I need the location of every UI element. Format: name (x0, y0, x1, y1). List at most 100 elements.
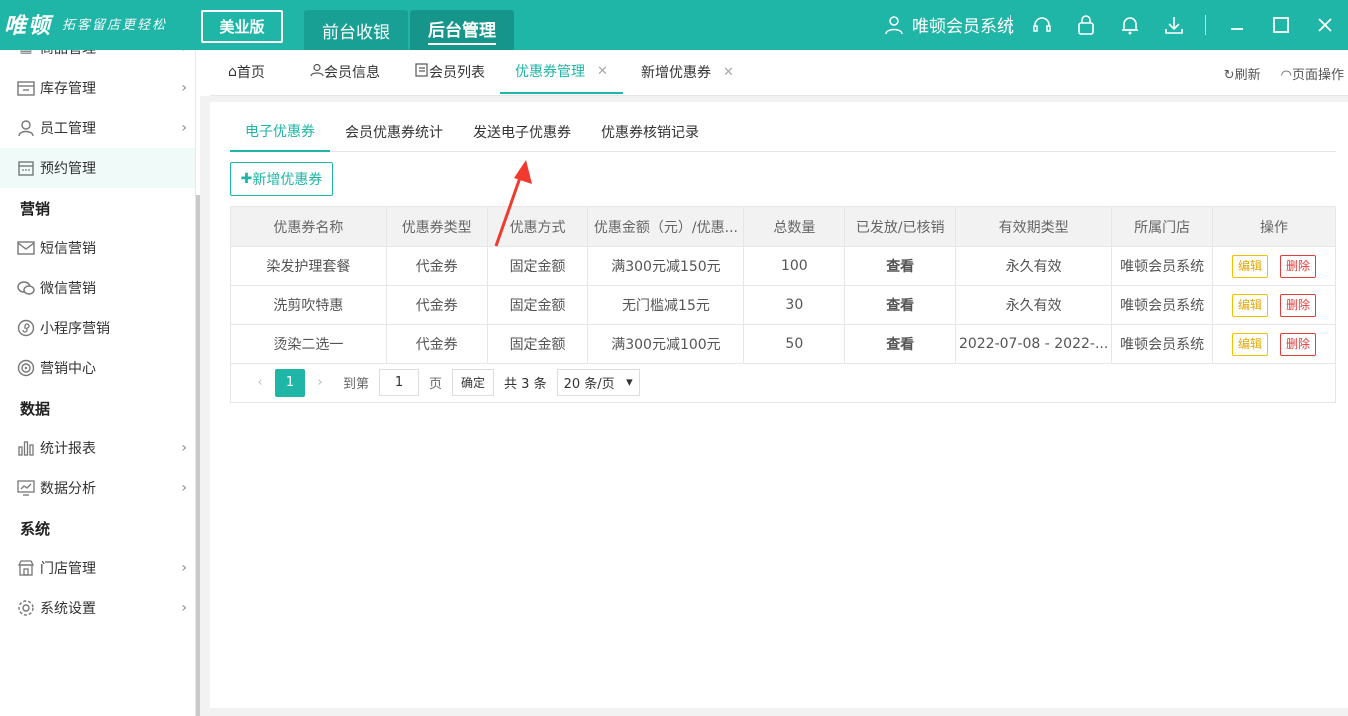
page-number-current[interactable]: 1 (275, 368, 305, 397)
maximize-icon[interactable] (1268, 12, 1294, 38)
sidebar-item-label: 系统设置 (40, 601, 96, 617)
subtab-e-coupon[interactable]: 电子优惠券 (230, 112, 330, 152)
col-header: 操作 (1212, 206, 1336, 247)
sidebar-item-appointment[interactable]: 预约管理 (0, 148, 195, 188)
coupon-store: 唯顿会员系统 (1111, 246, 1214, 286)
page-ops-icon: ◠ (1280, 68, 1292, 83)
edit-button[interactable]: 编辑 (1232, 293, 1269, 317)
sidebar-group-marketing: 营销 (20, 199, 51, 218)
close-icon[interactable]: ✕ (597, 64, 608, 79)
coupon-validity: 永久有效 (955, 246, 1113, 286)
store-icon (16, 558, 36, 578)
coupon-panel: 电子优惠券 会员优惠券统计 发送电子优惠券 优惠券核销记录 ✚ 新增优惠券 优惠券… (210, 102, 1348, 708)
coupon-subtabs: 电子优惠券 会员优惠券统计 发送电子优惠券 优惠券核销记录 (230, 112, 1336, 152)
download-icon[interactable] (1161, 12, 1187, 38)
refresh-icon: ↻ (1223, 68, 1235, 83)
sidebar-item-label: 短信营销 (40, 241, 96, 257)
edit-button[interactable]: 编辑 (1232, 332, 1269, 356)
pagination: ‹ 1 › 到第 1 页 确定 共 3 条 20 条/页 ▾ (230, 363, 1336, 403)
coupon-name-link[interactable]: 洗剪吹特惠 (230, 285, 387, 325)
system-account[interactable]: 唯顿会员系统 (884, 12, 1014, 37)
coupon-total: 50 (743, 324, 846, 364)
coupon-name-link[interactable]: 染发护理套餐 (230, 246, 387, 286)
tab-member-info[interactable]: 会员信息 (310, 50, 380, 94)
sidebar-item-inventory[interactable]: 库存管理 › (0, 68, 195, 108)
close-icon[interactable]: ✕ (723, 65, 734, 80)
sidebar-item-miniapp[interactable]: 小程序营销 (0, 308, 195, 348)
view-issued-link[interactable]: 查看 (844, 324, 957, 364)
tab-coupon-management[interactable]: 优惠券管理 ✕ (500, 50, 623, 94)
sidebar-item-sms[interactable]: 短信营销 (0, 228, 195, 268)
coupon-store: 唯顿会员系统 (1111, 324, 1214, 364)
coupon-amount: 满300元减150元 (587, 246, 745, 286)
prev-page-button[interactable]: ‹ (245, 369, 275, 397)
sidebar-item-label: 数据分析 (40, 481, 96, 497)
edit-button[interactable]: 编辑 (1232, 254, 1269, 278)
view-issued-link[interactable]: 查看 (844, 285, 957, 325)
miniapp-icon (16, 318, 36, 338)
refresh-button[interactable]: ↻刷新 (1224, 64, 1261, 83)
page-ops-button[interactable]: ◠页面操作 (1281, 64, 1344, 83)
sidebar-item-goods[interactable]: ▦ 商品管理 › (0, 50, 195, 68)
goto-page-input[interactable]: 1 (379, 369, 420, 396)
sidebar-item-analysis[interactable]: 数据分析 › (0, 468, 195, 508)
warehouse-icon (16, 78, 36, 98)
coupon-amount: 满300元减100元 (587, 324, 745, 364)
nav-back-office[interactable]: 后台管理 (410, 10, 514, 50)
home-icon: ⌂ (228, 64, 237, 80)
chevron-right-icon: › (181, 600, 187, 616)
main-content: 电子优惠券 会员优惠券统计 发送电子优惠券 优惠券核销记录 ✚ 新增优惠券 优惠券… (200, 96, 1348, 716)
minimize-icon[interactable] (1224, 12, 1250, 38)
subtab-send-e-coupon[interactable]: 发送电子优惠券 (473, 112, 571, 152)
edition-badge[interactable]: 美业版 (201, 10, 283, 43)
bell-icon[interactable] (1117, 12, 1143, 38)
tab-label: 会员信息 (324, 65, 380, 81)
sidebar-item-label: 微信营销 (40, 281, 96, 297)
total-count: 共 3 条 (504, 377, 547, 392)
page-size-select[interactable]: 20 条/页 ▾ (556, 369, 640, 396)
coupon-table: 优惠券名称 优惠券类型 优惠方式 优惠金额（元）/优惠... 总数量 已发放/已… (230, 206, 1336, 364)
add-coupon-button[interactable]: ✚ 新增优惠券 (230, 162, 333, 196)
sidebar-item-stores[interactable]: 门店管理 › (0, 548, 195, 588)
chevron-right-icon: › (181, 50, 187, 56)
logo: 唯顿 (4, 13, 53, 39)
sidebar-item-label: 商品管理 (40, 50, 96, 58)
subtab-redemption-records[interactable]: 优惠券核销记录 (601, 112, 699, 152)
tab-member-list[interactable]: 会员列表 (415, 50, 485, 94)
sidebar-item-wechat[interactable]: 微信营销 (0, 268, 195, 308)
sidebar-item-label: 小程序营销 (40, 321, 110, 337)
coupon-name-link[interactable]: 烫染二选一 (230, 324, 387, 364)
tab-new-coupon[interactable]: 新增优惠券 ✕ (641, 50, 734, 94)
chevron-right-icon: › (181, 560, 187, 576)
view-issued-link[interactable]: 查看 (844, 246, 957, 286)
table-row: 烫染二选一 代金券 固定金额 满300元减100元 50 查看 2022-07-… (230, 324, 1336, 364)
subtab-member-coupon-stats[interactable]: 会员优惠券统计 (345, 112, 443, 152)
delete-button[interactable]: 删除 (1280, 293, 1317, 317)
lock-icon[interactable] (1073, 12, 1099, 38)
nav-front-cashier[interactable]: 前台收银 (304, 10, 408, 50)
sidebar-item-settings[interactable]: 系统设置 › (0, 588, 195, 628)
close-icon[interactable] (1312, 12, 1338, 38)
coupon-type: 代金券 (385, 285, 488, 325)
delete-button[interactable]: 删除 (1280, 332, 1317, 356)
sidebar-item-marketing-center[interactable]: 营销中心 (0, 348, 195, 388)
divider (1205, 15, 1206, 35)
system-name: 唯顿会员系统 (912, 17, 1014, 37)
col-header: 优惠券类型 (385, 206, 488, 247)
chevron-right-icon: › (181, 440, 187, 456)
chevron-right-icon: › (181, 120, 187, 136)
chevron-right-icon: › (181, 480, 187, 496)
next-page-button[interactable]: › (305, 369, 335, 397)
headset-icon[interactable] (1029, 12, 1055, 38)
tab-home[interactable]: ⌂ 首页 (228, 50, 265, 94)
top-bar: 唯顿 拓客留店更轻松 美业版 前台收银 后台管理 唯顿会员系统 (0, 0, 1348, 50)
delete-button[interactable]: 删除 (1280, 254, 1317, 278)
sidebar-item-label: 员工管理 (40, 121, 96, 137)
chevron-right-icon: › (181, 80, 187, 96)
sidebar-group-data: 数据 (20, 399, 51, 418)
goto-confirm-button[interactable]: 确定 (452, 369, 495, 396)
table-row: 洗剪吹特惠 代金券 固定金额 无门槛减15元 30 查看 永久有效 唯顿会员系统… (230, 285, 1336, 325)
sidebar-item-reports[interactable]: 统计报表 › (0, 428, 195, 468)
sidebar-item-staff[interactable]: 员工管理 › (0, 108, 195, 148)
nav-label: 前台收银 (322, 22, 390, 43)
